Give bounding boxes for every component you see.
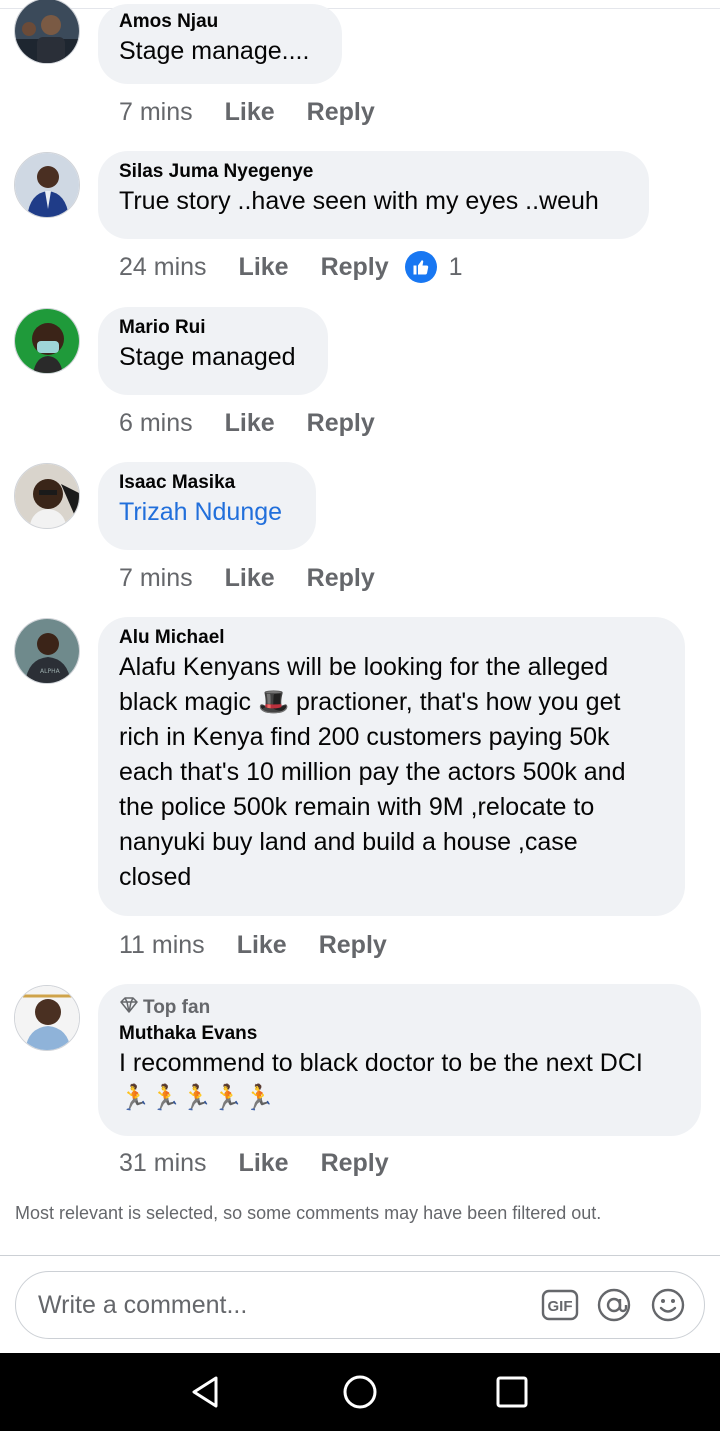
comment-bubble[interactable]: Alu Michael Alafu Kenyans will be lookin… [98,617,685,916]
comment-text-line: nanyuki buy land and build a house ,case [119,828,578,856]
emoji-row: 🏃🏃🏃🏃🏃 [119,1084,275,1112]
gif-button[interactable]: GIF [540,1285,580,1325]
reply-button[interactable]: Reply [307,98,375,127]
back-triangle-icon[interactable] [186,1372,226,1412]
avatar[interactable]: ALPHA [14,618,80,684]
avatar[interactable] [14,152,80,218]
filter-note: Most relevant is selected, so some comme… [15,1203,602,1223]
comment-time[interactable]: 6 mins [119,409,193,438]
comment-actions: 7 mins Like Reply [119,561,375,595]
like-button[interactable]: Like [225,564,275,593]
bottom-divider [0,1255,720,1256]
comment-text: Stage managed [119,343,296,371]
comment-time[interactable]: 11 mins [119,931,205,960]
comment-time[interactable]: 31 mins [119,1149,207,1178]
comment-text-line: Alafu Kenyans will be looking for the al… [119,653,609,681]
comment-text-line: rich in Kenya find 200 customers paying … [119,723,610,751]
comment-bubble[interactable]: Silas Juma Nyegenye True story ..have se… [98,151,649,239]
comment-actions: 24 mins Like Reply 1 [119,250,463,284]
reply-button[interactable]: Reply [321,253,389,282]
comment-bubble[interactable]: Top fan Muthaka Evans I recommend to bla… [98,984,701,1136]
reply-button[interactable]: Reply [307,564,375,593]
system-navigation-bar [0,1353,720,1431]
like-button[interactable]: Like [225,98,275,127]
comment-composer[interactable]: GIF [15,1271,705,1339]
comment-bubble[interactable]: Mario Rui Stage managed [98,307,328,395]
gif-label: GIF [548,1298,573,1315]
reaction-count: 1 [448,252,463,281]
comment-actions: 7 mins Like Reply [119,95,375,129]
comment-author[interactable]: Alu Michael [119,627,663,649]
comment-input[interactable] [36,1289,540,1321]
thumbs-up-icon [404,251,437,283]
comment-author[interactable]: Mario Rui [119,317,306,339]
home-circle-icon[interactable] [340,1372,380,1412]
comment-author[interactable]: Amos Njau [119,11,320,33]
comment-author[interactable]: Silas Juma Nyegenye [119,161,627,183]
avatar[interactable] [14,463,80,529]
at-sign-icon[interactable] [594,1285,634,1325]
like-button[interactable]: Like [239,253,289,282]
comment-time[interactable]: 7 mins [119,98,193,127]
reply-button[interactable]: Reply [321,1149,389,1178]
reply-button[interactable]: Reply [307,409,375,438]
like-button[interactable]: Like [237,931,287,960]
like-button[interactable]: Like [239,1149,289,1178]
comment-bubble[interactable]: Amos Njau Stage manage.... [98,4,342,84]
comment-text-line: the police 500k remain with 9M ,relocate… [119,793,595,821]
comment-text: Alafu Kenyans will be looking for the al… [119,650,663,895]
badge-label: Top fan [143,997,211,1018]
avatar[interactable] [14,0,80,64]
tagged-user-link[interactable]: Trizah Ndunge [119,495,294,530]
comment-time[interactable]: 7 mins [119,564,193,593]
top-fan-badge[interactable]: Top fan [119,996,679,1020]
recents-square-icon[interactable] [492,1372,532,1412]
comment-actions: 11 mins Like Reply [119,928,387,962]
comment-text: True story ..have seen with my eyes ..we… [119,187,599,215]
comment-text-line: black magic 🎩 practioner, that's how you… [119,688,621,716]
comment-bubble[interactable]: Isaac Masika Trizah Ndunge [98,462,316,550]
comment-text-line: closed [119,863,192,891]
comment-text-line: each that's 10 million pay the actors 50… [119,758,626,786]
like-button[interactable]: Like [225,409,275,438]
reply-button[interactable]: Reply [319,931,387,960]
smiley-icon[interactable] [648,1285,688,1325]
svg-text:ALPHA: ALPHA [40,668,61,675]
comment-time[interactable]: 24 mins [119,253,207,282]
top-divider [0,8,720,9]
avatar[interactable] [14,985,80,1051]
avatar[interactable] [14,308,80,374]
comment-actions: 6 mins Like Reply [119,406,375,440]
comment-author[interactable]: Muthaka Evans [119,1023,679,1045]
comment-text: Stage manage.... [119,37,310,65]
diamond-icon [119,996,139,1020]
comment-author[interactable]: Isaac Masika [119,472,294,494]
comment-actions: 31 mins Like Reply [119,1146,389,1180]
comment-text: I recommend to black doctor to be the ne… [119,1049,643,1077]
reaction-summary[interactable]: 1 [404,251,463,283]
